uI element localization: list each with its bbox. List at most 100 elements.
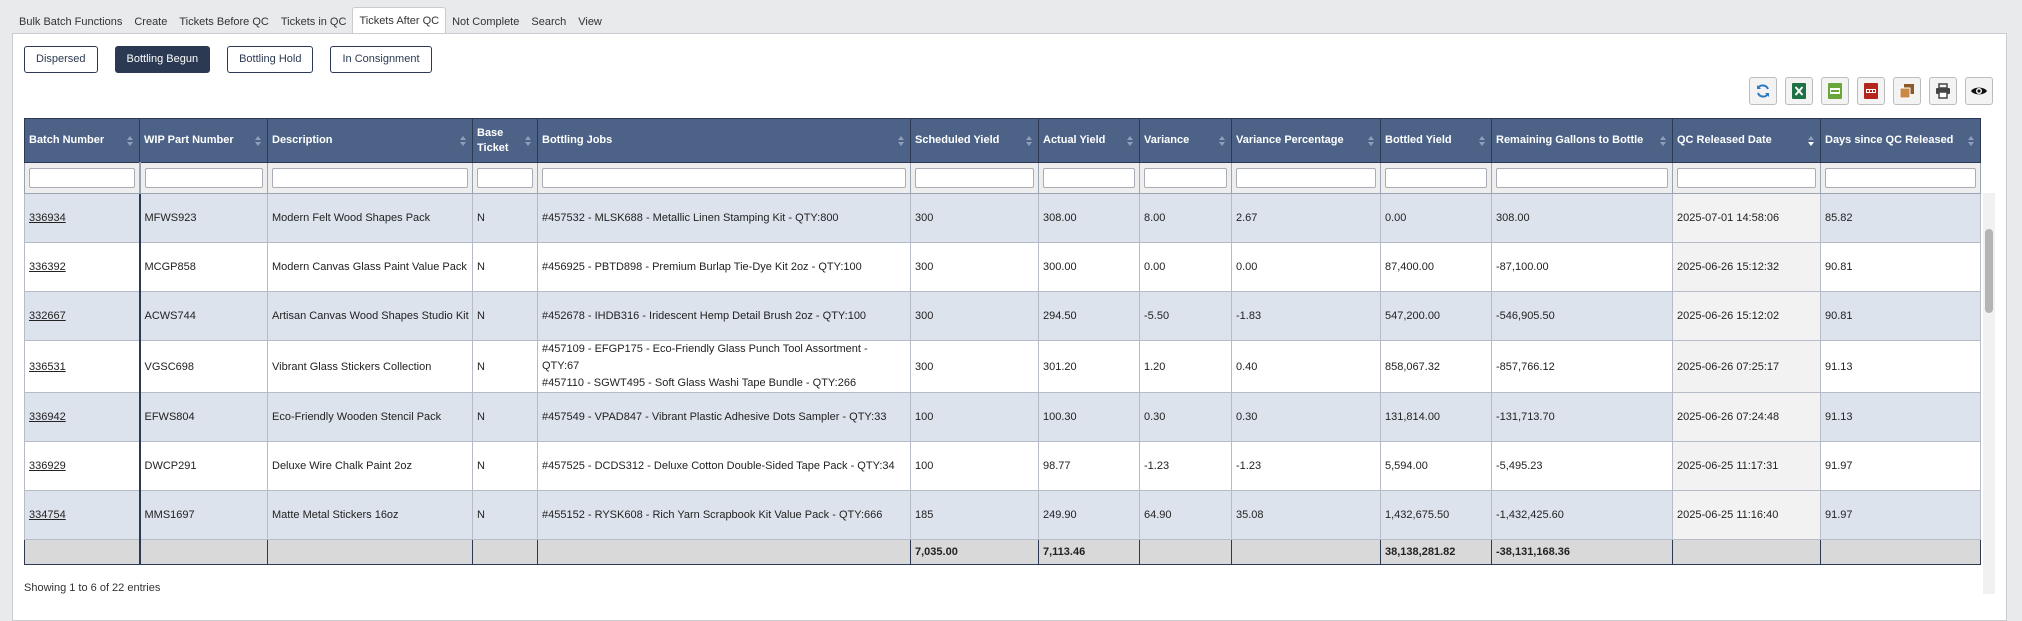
tab-tickets-after-qc[interactable]: Tickets After QC xyxy=(352,7,447,34)
column-header-qc-released-date[interactable]: QC Released Date xyxy=(1672,118,1821,163)
tab-search[interactable]: Search xyxy=(525,10,572,34)
qc-released-date-cell: 2025-06-26 15:12:32 xyxy=(1672,242,1821,292)
sort-icon xyxy=(255,135,261,146)
filter-input-bottling-jobs[interactable] xyxy=(542,168,906,188)
status-filter-group: Dispersed Bottling Begun Bottling Hold In C… xyxy=(24,46,449,73)
batch-number-link[interactable]: 334754 xyxy=(29,509,66,521)
description-cell: Artisan Canvas Wood Shapes Studio Kit xyxy=(267,291,473,341)
base-ticket-cell: N xyxy=(472,441,538,491)
column-header-wip-part-number[interactable]: WIP Part Number xyxy=(139,118,268,163)
filter-in-consignment-button[interactable]: In Consignment xyxy=(330,46,432,73)
batch-number-link[interactable]: 332667 xyxy=(29,310,66,322)
copy-button[interactable] xyxy=(1893,77,1921,105)
column-header-bottled-yield[interactable]: Bottled Yield xyxy=(1380,118,1492,163)
column-filter-cell xyxy=(1820,162,1981,194)
filter-input-variance[interactable] xyxy=(1144,168,1227,188)
table-scrollbar[interactable] xyxy=(1983,193,1995,594)
description-cell: Matte Metal Stickers 16oz xyxy=(267,490,473,540)
filter-input-wip-part-number[interactable] xyxy=(144,168,263,188)
qc-released-date-cell: 2025-06-25 11:17:31 xyxy=(1672,441,1821,491)
excel-icon xyxy=(1791,82,1807,100)
excel-button[interactable] xyxy=(1785,77,1813,105)
column-header-variance-percentage[interactable]: Variance Percentage xyxy=(1231,118,1381,163)
filter-input-description[interactable] xyxy=(272,168,468,188)
variance-percentage-cell: 0.00 xyxy=(1231,242,1381,292)
column-header-variance[interactable]: Variance xyxy=(1139,118,1232,163)
variance-percentage-cell: 0.40 xyxy=(1231,340,1381,393)
scrollbar-thumb[interactable] xyxy=(1985,229,1993,313)
tab-tickets-before-qc[interactable]: Tickets Before QC xyxy=(173,10,274,34)
filter-input-bottled-yield[interactable] xyxy=(1385,168,1487,188)
base-ticket-cell: N xyxy=(472,291,538,341)
filter-input-remaining-gallons-to-bottle[interactable] xyxy=(1496,168,1668,188)
csv-button[interactable] xyxy=(1821,77,1849,105)
base-ticket-cell: N xyxy=(472,340,538,393)
bottling-job-line: #456925 - PBTD898 - Premium Burlap Tie-D… xyxy=(542,260,862,273)
bottling-job-line: #457549 - VPAD847 - Vibrant Plastic Adhe… xyxy=(542,410,887,423)
column-header-base-ticket[interactable]: Base Ticket xyxy=(472,118,538,163)
batch-number-link[interactable]: 336392 xyxy=(29,261,66,273)
content-panel: Dispersed Bottling Begun Bottling Hold In C… xyxy=(12,33,2007,621)
tab-tickets-in-qc[interactable]: Tickets in QC xyxy=(275,10,353,34)
filter-input-batch-number[interactable] xyxy=(29,168,135,188)
filter-input-qc-released-date[interactable] xyxy=(1677,168,1816,188)
bottled-yield-cell: 0.00 xyxy=(1380,193,1492,243)
column-header-bottling-jobs[interactable]: Bottling Jobs xyxy=(537,118,911,163)
pdf-button[interactable] xyxy=(1857,77,1885,105)
remaining-gallons-cell: -131,713.70 xyxy=(1491,392,1673,442)
totals-cell xyxy=(537,539,911,565)
bottled-yield-cell: 5,594.00 xyxy=(1380,441,1492,491)
tab-bulk-batch-functions[interactable]: Bulk Batch Functions xyxy=(13,10,128,34)
batch-number-link[interactable]: 336934 xyxy=(29,212,66,224)
refresh-button[interactable] xyxy=(1749,77,1777,105)
description-cell: Eco-Friendly Wooden Stencil Pack xyxy=(267,392,473,442)
column-header-description[interactable]: Description xyxy=(267,118,473,163)
filter-bottling-begun-button[interactable]: Bottling Begun xyxy=(114,46,211,73)
column-label: Base Ticket xyxy=(477,126,509,154)
description-cell: Modern Felt Wood Shapes Pack xyxy=(267,193,473,243)
bottling-jobs-cell: #457532 - MLSK688 - Metallic Linen Stamp… xyxy=(537,193,911,243)
description-cell: Modern Canvas Glass Paint Value Pack xyxy=(267,242,473,292)
eye-button[interactable] xyxy=(1965,77,1993,105)
filter-input-variance-percentage[interactable] xyxy=(1236,168,1376,188)
actual-yield-cell: 98.77 xyxy=(1038,441,1140,491)
batch-number-link[interactable]: 336929 xyxy=(29,460,66,472)
export-toolbar xyxy=(1741,77,1993,105)
scheduled-yield-cell: 300 xyxy=(910,193,1039,243)
column-label: Days since QC Released xyxy=(1825,134,1954,146)
column-header-remaining-gallons-to-bottle[interactable]: Remaining Gallons to Bottle xyxy=(1491,118,1673,163)
total-actual-yield: 7,113.46 xyxy=(1038,539,1140,565)
tab-not-complete[interactable]: Not Complete xyxy=(446,10,525,34)
filter-input-base-ticket[interactable] xyxy=(477,168,533,188)
qc-released-date-cell: 2025-06-26 15:12:02 xyxy=(1672,291,1821,341)
column-header-scheduled-yield[interactable]: Scheduled Yield xyxy=(910,118,1039,163)
batch-number-link[interactable]: 336942 xyxy=(29,411,66,423)
tab-view[interactable]: View xyxy=(572,10,608,34)
days-since-qc-cell: 91.97 xyxy=(1820,441,1981,491)
column-header-batch-number[interactable]: Batch Number xyxy=(24,118,140,163)
bottled-yield-cell: 547,200.00 xyxy=(1380,291,1492,341)
days-since-qc-cell: 90.81 xyxy=(1820,242,1981,292)
variance-cell: 8.00 xyxy=(1139,193,1232,243)
filter-dispersed-button[interactable]: Dispersed xyxy=(24,46,98,73)
bottling-jobs-cell: #455152 - RYSK608 - Rich Yarn Scrapbook … xyxy=(537,490,911,540)
bottled-yield-cell: 858,067.32 xyxy=(1380,340,1492,393)
tab-create[interactable]: Create xyxy=(128,10,173,34)
variance-percentage-cell: 2.67 xyxy=(1231,193,1381,243)
sort-icon xyxy=(460,135,466,146)
column-filter-cell xyxy=(1038,162,1140,194)
filter-bottling-hold-button[interactable]: Bottling Hold xyxy=(227,46,314,73)
remaining-gallons-cell: -857,766.12 xyxy=(1491,340,1673,393)
filter-input-days-since-qc-released[interactable] xyxy=(1825,168,1976,188)
sort-icon xyxy=(127,135,133,146)
batch-number-link[interactable]: 336531 xyxy=(29,361,66,373)
filter-input-scheduled-yield[interactable] xyxy=(915,168,1034,188)
filter-input-actual-yield[interactable] xyxy=(1043,168,1135,188)
table-row: 336934 MFWS923 Modern Felt Wood Shapes Pac… xyxy=(24,193,1981,243)
print-button[interactable] xyxy=(1929,77,1957,105)
days-since-qc-cell: 91.13 xyxy=(1820,340,1981,393)
column-header-actual-yield[interactable]: Actual Yield xyxy=(1038,118,1140,163)
variance-percentage-cell: 0.30 xyxy=(1231,392,1381,442)
column-header-days-since-qc-released[interactable]: Days since QC Released xyxy=(1820,118,1981,163)
filter-row xyxy=(24,162,1981,194)
